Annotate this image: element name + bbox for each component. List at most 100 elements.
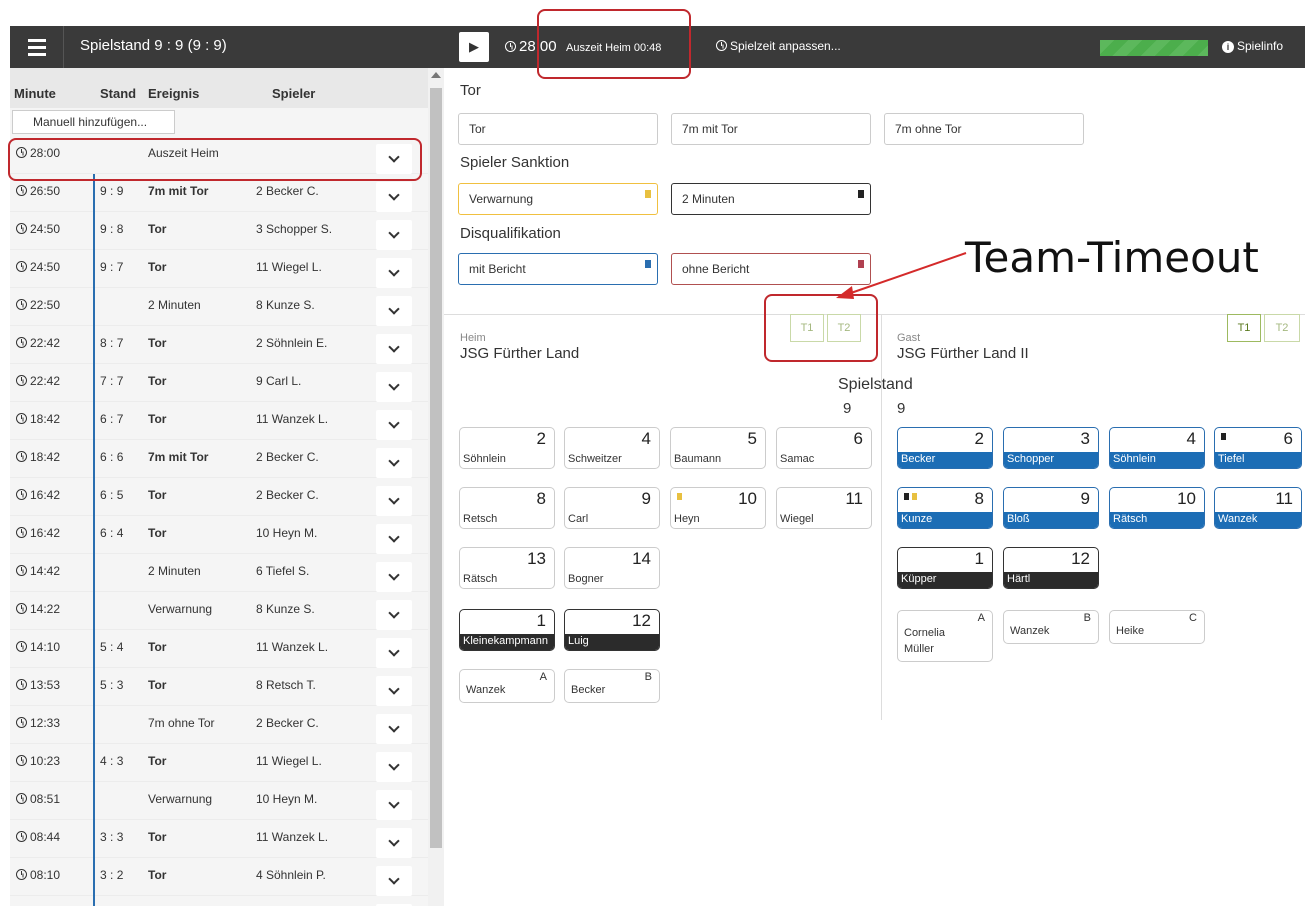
event-row: 16:42 6 : 4 Tor 10 Heyn M.: [10, 516, 428, 554]
score-divider: [93, 858, 95, 896]
player-card[interactable]: 10 Rätsch: [1109, 487, 1205, 529]
guest-timeout-2-button[interactable]: T2: [1264, 314, 1300, 342]
official-card[interactable]: B Wanzek: [1003, 610, 1099, 644]
event-expand-button[interactable]: [376, 372, 412, 402]
player-card[interactable]: 12 Luig: [564, 609, 660, 651]
player-name: Härtl: [1004, 572, 1098, 588]
event-expand-button[interactable]: [376, 828, 412, 858]
mit-bericht-button[interactable]: mit Bericht: [458, 253, 658, 285]
player-card[interactable]: 13 Rätsch: [459, 547, 555, 589]
player-card[interactable]: 2 Söhnlein: [459, 427, 555, 469]
page: Spielstand 9 : 9 (9 : 9) ▶ 28:00 Auszeit…: [0, 0, 1305, 906]
section-disq-title: Disqualifikation: [460, 225, 561, 242]
guest-timeout-1-button[interactable]: T1: [1227, 314, 1261, 342]
event-row: 12:33 7m ohne Tor 2 Becker C.: [10, 706, 428, 744]
event-minute: 24:50: [16, 260, 60, 274]
player-card[interactable]: 11 Wanzek: [1214, 487, 1302, 529]
event-type: 7m mit Tor: [148, 450, 209, 464]
highlight-timeout-countdown: [537, 9, 691, 79]
scroll-thumb[interactable]: [430, 88, 442, 848]
play-button[interactable]: ▶: [459, 32, 489, 62]
event-player: 10 Heyn M.: [256, 526, 318, 540]
event-expand-button[interactable]: [376, 752, 412, 782]
event-expand-button[interactable]: [376, 714, 412, 744]
7m-mit-tor-button[interactable]: 7m mit Tor: [671, 113, 871, 145]
header-event: Ereignis: [148, 86, 200, 101]
player-card[interactable]: 4 Schweitzer: [564, 427, 660, 469]
event-minute: 14:42: [16, 564, 60, 578]
section-sanktion-title: Spieler Sanktion: [460, 154, 570, 171]
player-card[interactable]: 6 Tiefel: [1214, 427, 1302, 469]
event-row: 06:283 : 17m mit Tor2 Becker C.: [10, 896, 428, 906]
event-row: 22:42 7 : 7 Tor 9 Carl L.: [10, 364, 428, 402]
scrollbar[interactable]: [428, 68, 444, 906]
player-name: Samac: [780, 453, 815, 465]
adjust-time-button[interactable]: Spielzeit anpassen...: [716, 39, 841, 53]
event-minute: 22:42: [16, 374, 60, 388]
event-score: 6 : 6: [100, 450, 124, 464]
event-expand-button[interactable]: [376, 296, 412, 326]
event-player: 6 Tiefel S.: [256, 564, 310, 578]
event-expand-button[interactable]: [376, 220, 412, 250]
player-card[interactable]: 3 Schopper: [1003, 427, 1099, 469]
player-card[interactable]: 5 Baumann: [670, 427, 766, 469]
2-minuten-button[interactable]: 2 Minuten: [671, 183, 871, 215]
sanction-icon: [1221, 432, 1226, 442]
player-number: 12: [632, 611, 651, 630]
player-name: Carl: [568, 513, 589, 525]
player-card[interactable]: 9 Bloß: [1003, 487, 1099, 529]
event-row: 22:42 8 : 7 Tor 2 Söhnlein E.: [10, 326, 428, 364]
header-player: Spieler: [272, 86, 316, 101]
player-name: Kunze: [898, 512, 992, 528]
event-expand-button[interactable]: [376, 334, 412, 364]
score-divider: [93, 440, 95, 478]
event-expand-button[interactable]: [376, 258, 412, 288]
7m-ohne-tor-button[interactable]: 7m ohne Tor: [884, 113, 1084, 145]
chevron-down-icon: [388, 493, 400, 505]
player-card[interactable]: 9 Carl: [564, 487, 660, 529]
hamburger-icon: [27, 37, 46, 58]
event-expand-button[interactable]: [376, 600, 412, 630]
event-expand-button[interactable]: [376, 638, 412, 668]
event-expand-button[interactable]: [376, 866, 412, 896]
player-card[interactable]: 6 Samac: [776, 427, 872, 469]
clock-icon: [16, 299, 27, 310]
event-list: Minute Stand Ereignis Spieler Manuell hi…: [10, 68, 428, 906]
player-card[interactable]: 8 Retsch: [459, 487, 555, 529]
player-card[interactable]: 12 Härtl: [1003, 547, 1099, 589]
verwarnung-button[interactable]: Verwarnung: [458, 183, 658, 215]
official-name: Wanzek: [466, 684, 506, 696]
score-divider: [93, 478, 95, 516]
player-number: 8: [536, 489, 546, 508]
chevron-down-icon: [388, 607, 400, 619]
player-card[interactable]: 10 Heyn: [670, 487, 766, 529]
official-card[interactable]: B Becker: [564, 669, 660, 703]
official-card[interactable]: A Wanzek: [459, 669, 555, 703]
menu-button[interactable]: [10, 26, 64, 68]
official-card[interactable]: C Heike: [1109, 610, 1205, 644]
score-title: Spielstand 9 : 9 (9 : 9): [80, 37, 227, 54]
event-expand-button[interactable]: [376, 486, 412, 516]
add-event-manual-button[interactable]: Manuell hinzufügen...: [12, 110, 175, 134]
event-type: Tor: [148, 640, 167, 654]
event-expand-button[interactable]: [376, 524, 412, 554]
chevron-down-icon: [388, 341, 400, 353]
tor-button[interactable]: Tor: [458, 113, 658, 145]
official-card[interactable]: A Cornelia Müller: [897, 610, 993, 662]
event-minute: 22:42: [16, 336, 60, 350]
player-card[interactable]: 8 Kunze: [897, 487, 993, 529]
event-expand-button[interactable]: [376, 448, 412, 478]
event-expand-button[interactable]: [376, 676, 412, 706]
event-expand-button[interactable]: [376, 790, 412, 820]
player-card[interactable]: 1 Kleinekampmann: [459, 609, 555, 651]
event-expand-button[interactable]: [376, 562, 412, 592]
player-card[interactable]: 14 Bogner: [564, 547, 660, 589]
player-card[interactable]: 4 Söhnlein: [1109, 427, 1205, 469]
player-card[interactable]: 11 Wiegel: [776, 487, 872, 529]
scroll-up-icon[interactable]: [431, 72, 441, 78]
event-expand-button[interactable]: [376, 182, 412, 212]
player-card[interactable]: 2 Becker: [897, 427, 993, 469]
game-info-button[interactable]: i Spielinfo: [1222, 39, 1283, 53]
player-card[interactable]: 1 Küpper: [897, 547, 993, 589]
event-expand-button[interactable]: [376, 410, 412, 440]
